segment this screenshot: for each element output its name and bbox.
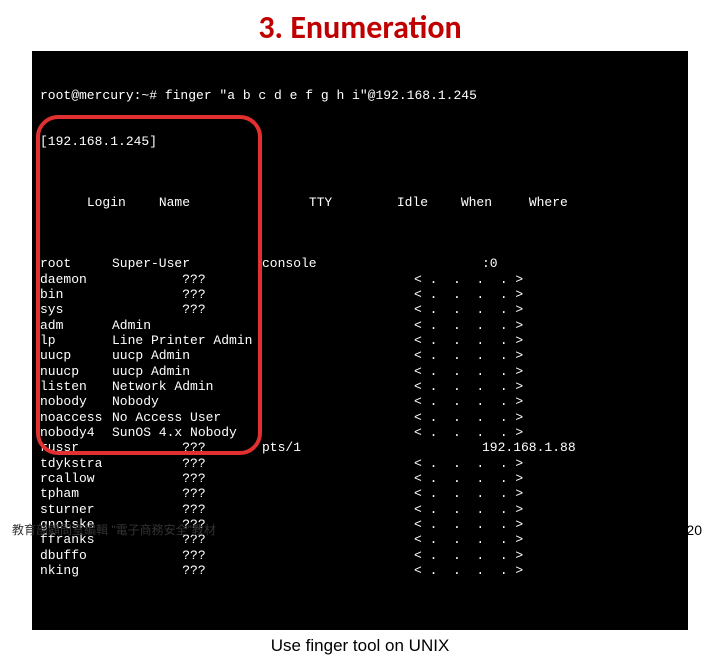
cell-login: nobody4: [40, 425, 112, 440]
cell-when: < . . . . >: [414, 318, 482, 333]
cell-name: Nobody: [112, 394, 262, 409]
cell-when: < . . . . >: [414, 502, 482, 517]
table-row: uucpuucp Admin < . . . . >: [40, 348, 680, 363]
cell-name: uucp Admin: [112, 364, 262, 379]
cell-name: ???: [112, 272, 262, 287]
col-tty: TTY: [309, 195, 397, 210]
table-row: listenNetwork Admin < . . . . >: [40, 379, 680, 394]
cell-when: < . . . . >: [414, 425, 482, 440]
cell-login: listen: [40, 379, 112, 394]
terminal-window: root@mercury:~# finger "a b c d e f g h …: [32, 51, 688, 630]
table-row: rcallow ??? < . . . . >: [40, 471, 680, 486]
cell-login: nking: [40, 563, 112, 578]
table-row: nobody4SunOS 4.x Nobody < . . . . >: [40, 425, 680, 440]
cell-login: adm: [40, 318, 112, 333]
table-row: tdykstra ??? < . . . . >: [40, 456, 680, 471]
slide-title: 3. Enumeration: [0, 8, 720, 47]
cell-when: < . . . . >: [414, 486, 482, 501]
cell-login: lp: [40, 333, 112, 348]
table-row: noaccessNo Access User < . . . . >: [40, 410, 680, 425]
cell-name: Line Printer Admin: [112, 333, 262, 348]
cell-when: < . . . . >: [414, 287, 482, 302]
cell-name: ???: [112, 548, 262, 563]
cell-login: nuucp: [40, 364, 112, 379]
cell-login: rcallow: [40, 471, 112, 486]
cell-name: SunOS 4.x Nobody: [112, 425, 262, 440]
col-name: Name: [159, 195, 309, 210]
col-idle: Idle: [397, 195, 461, 210]
table-row: rootSuper-Userconsole :0: [40, 256, 680, 271]
cell-when: < . . . . >: [414, 394, 482, 409]
cell-when: < . . . . >: [414, 410, 482, 425]
footer-left: 教育部顧問室編輯 "電子商務安全"教材: [12, 521, 216, 538]
cell-where: :0: [482, 256, 498, 271]
cell-name: ???: [112, 471, 262, 486]
cell-login: tpham: [40, 486, 112, 501]
cell-name: ???: [112, 302, 262, 317]
cell-when: < . . . . >: [414, 333, 482, 348]
cell-name: uucp Admin: [112, 348, 262, 363]
cell-login: russr: [40, 440, 112, 455]
table-row: dbuffo ??? < . . . . >: [40, 548, 680, 563]
cell-when: < . . . . >: [414, 302, 482, 317]
cell-when: < . . . . >: [414, 272, 482, 287]
cell-name: ???: [112, 456, 262, 471]
table-row: russr ???pts/1 192.168.1.88: [40, 440, 680, 455]
cell-name: Network Admin: [112, 379, 262, 394]
cell-when: < . . . . >: [414, 379, 482, 394]
cell-where: 192.168.1.88: [482, 440, 576, 455]
cell-login: noaccess: [40, 410, 112, 425]
cell-when: < . . . . >: [414, 517, 482, 532]
cell-login: dbuffo: [40, 548, 112, 563]
cell-when: < . . . . >: [414, 456, 482, 471]
cell-login: uucp: [40, 348, 112, 363]
col-where: Where: [529, 195, 568, 210]
cell-when: < . . . . >: [414, 548, 482, 563]
cell-login: nobody: [40, 394, 112, 409]
table-row: lpLine Printer Admin < . . . . >: [40, 333, 680, 348]
cell-tty: console: [262, 256, 350, 271]
cell-login: tdykstra: [40, 456, 112, 471]
cell-name: ???: [112, 440, 262, 455]
table-row: tpham ??? < . . . . >: [40, 486, 680, 501]
table-row: admAdmin < . . . . >: [40, 318, 680, 333]
table-row: nuucpuucp Admin < . . . . >: [40, 364, 680, 379]
table-row: sys ??? < . . . . >: [40, 302, 680, 317]
cell-when: < . . . . >: [414, 348, 482, 363]
cell-login: root: [40, 256, 112, 271]
table-row: nobodyNobody < . . . . >: [40, 394, 680, 409]
cmd-line: root@mercury:~# finger "a b c d e f g h …: [40, 88, 680, 103]
cell-name: ???: [112, 502, 262, 517]
cell-name: ???: [112, 287, 262, 302]
cell-when: < . . . . >: [414, 471, 482, 486]
cell-login: sys: [40, 302, 112, 317]
cell-login: daemon: [40, 272, 112, 287]
cell-name: Admin: [112, 318, 262, 333]
host-line: [192.168.1.245]: [40, 134, 680, 149]
cell-name: No Access User: [112, 410, 262, 425]
cell-login: sturner: [40, 502, 112, 517]
table-row: daemon ??? < . . . . >: [40, 272, 680, 287]
caption: Use finger tool on UNIX: [0, 636, 720, 656]
table-row: sturner ??? < . . . . >: [40, 502, 680, 517]
table-row: bin ??? < . . . . >: [40, 287, 680, 302]
cell-when: < . . . . >: [414, 364, 482, 379]
cell-tty: pts/1: [262, 440, 350, 455]
cell-when: < . . . . >: [414, 563, 482, 578]
col-login: Login: [87, 195, 159, 210]
col-when: When: [461, 195, 529, 210]
cell-name: Super-User: [112, 256, 262, 271]
header-row: LoginNameTTYIdleWhenWhere: [40, 180, 680, 226]
table-row: nking ??? < . . . . >: [40, 563, 680, 578]
cell-login: bin: [40, 287, 112, 302]
cell-name: ???: [112, 486, 262, 501]
cell-name: ???: [112, 563, 262, 578]
footer-right: 13 - 20: [658, 522, 702, 538]
